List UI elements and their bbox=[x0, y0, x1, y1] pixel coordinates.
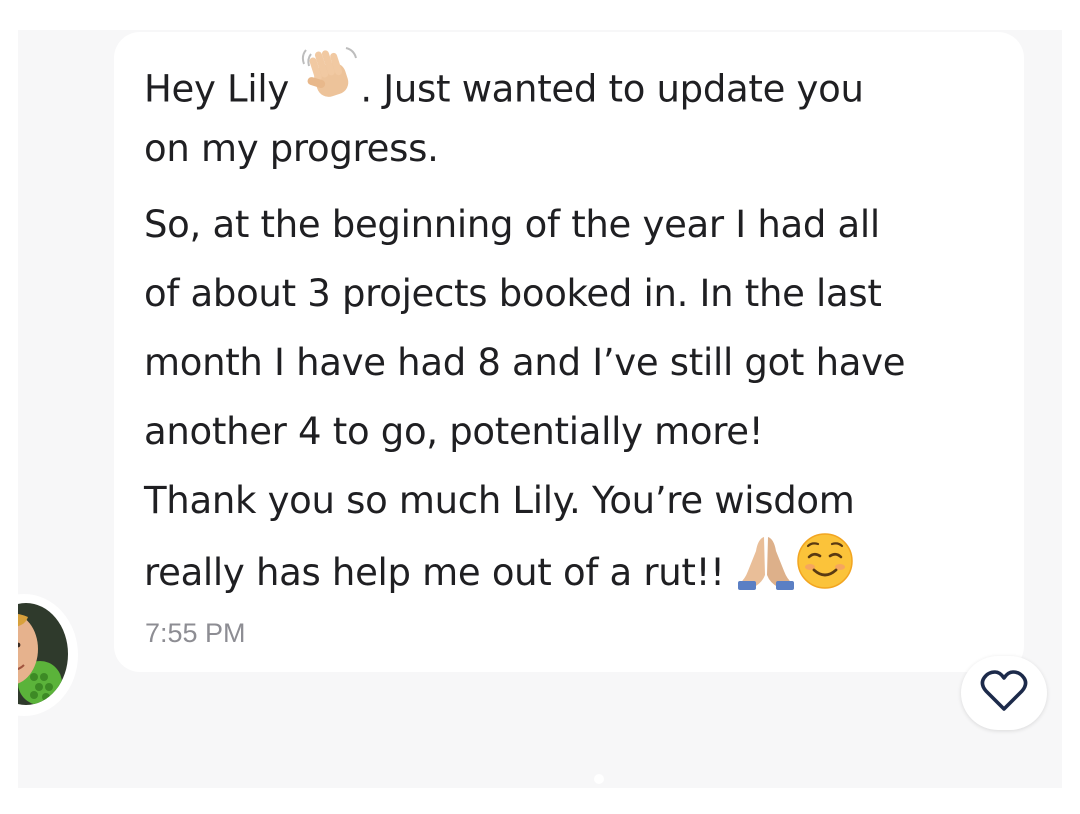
message-line: Hey Lily . Just wanted to update you bbox=[144, 47, 1004, 124]
message-line: month I have had 8 and I’ve still got ha… bbox=[144, 341, 906, 384]
message-line: So, at the beginning of the year I had a… bbox=[144, 203, 880, 246]
panel-edge bbox=[0, 580, 18, 730]
like-button[interactable] bbox=[961, 656, 1047, 730]
message-line: on my progress. bbox=[144, 127, 439, 170]
heart-outline-icon bbox=[980, 669, 1028, 717]
message-text: Hey Lily . Just wanted to update you on … bbox=[144, 47, 1004, 597]
smiling-face-emoji bbox=[796, 532, 854, 609]
message-line: another 4 to go, potentially more! bbox=[144, 410, 764, 453]
message-line: Thank you so much Lily. You’re wisdom bbox=[144, 479, 855, 522]
waving-hand-emoji bbox=[300, 44, 360, 130]
message-line: of about 3 projects booked in. In the la… bbox=[144, 272, 882, 315]
message-line: really has help me out of a rut!! bbox=[144, 533, 1004, 597]
message-timestamp: 7:55 PM bbox=[145, 618, 246, 648]
folded-hands-emoji bbox=[736, 531, 796, 610]
page-indicator-dot bbox=[594, 774, 604, 784]
